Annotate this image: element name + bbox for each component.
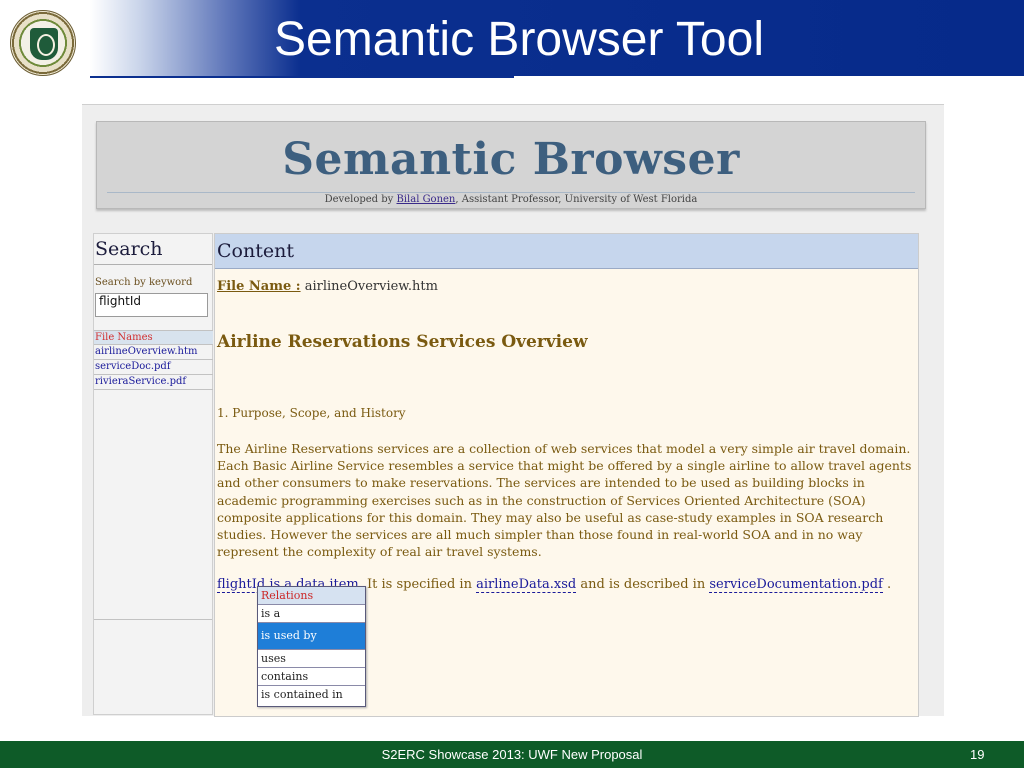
subtitle-prefix: Developed by: [324, 194, 397, 205]
header-divider: [90, 76, 514, 78]
author-link[interactable]: Bilal Gonen: [396, 194, 455, 205]
keyword-label: Search by keyword: [95, 277, 193, 288]
slide-footer: S2ERC Showcase 2013: UWF New Proposal 19: [0, 741, 1024, 768]
app-title: Semantic Browser: [282, 134, 740, 185]
relations-heading: Relations: [258, 587, 365, 605]
relations-menu: Relations is a is used by uses contains …: [257, 586, 366, 707]
relation-is-a[interactable]: is a: [258, 605, 365, 623]
file-names-list: File Names airlineOverview.htm serviceDo…: [94, 330, 213, 390]
relation-contains[interactable]: contains: [258, 668, 365, 686]
page-number: 19: [970, 747, 985, 762]
relation-is-used-by[interactable]: is used by: [258, 623, 365, 650]
document-paragraph: The Airline Reservations services are a …: [217, 441, 912, 560]
search-panel: Search Search by keyword flightId File N…: [93, 233, 213, 715]
file-item-riviera-service[interactable]: rivieraService.pdf: [94, 375, 213, 390]
service-documentation-link[interactable]: serviceDocumentation.pdf: [709, 577, 883, 593]
file-name-value: airlineOverview.htm: [304, 279, 438, 294]
file-item-service-doc[interactable]: serviceDoc.pdf: [94, 360, 213, 375]
content-heading: Content: [215, 234, 918, 269]
subtitle-suffix: , Assistant Professor, University of Wes…: [455, 194, 698, 205]
file-item-airline-overview[interactable]: airlineOverview.htm: [94, 345, 213, 360]
seal-emblem-icon: [30, 28, 58, 60]
browser-screenshot: Semantic Browser Developed by Bilal Gone…: [82, 104, 944, 717]
document-heading: Airline Reservations Services Overview: [217, 332, 588, 352]
search-heading: Search: [94, 234, 212, 265]
section-title: 1. Purpose, Scope, and History: [217, 406, 406, 420]
flight-text-1: . It is specified in: [358, 577, 477, 592]
footer-text: S2ERC Showcase 2013: UWF New Proposal: [381, 747, 643, 762]
app-banner: Semantic Browser Developed by Bilal Gone…: [96, 121, 926, 209]
app-subtitle: Developed by Bilal Gonen, Assistant Prof…: [97, 194, 925, 205]
file-name-label: File Name :: [217, 279, 301, 294]
flight-text-2: and is described in: [576, 577, 710, 592]
file-names-heading: File Names: [94, 330, 213, 345]
flight-text-end: .: [882, 577, 892, 592]
file-name-line: File Name : airlineOverview.htm: [217, 279, 438, 294]
relation-is-contained-in[interactable]: is contained in: [258, 686, 365, 704]
keyword-search-input[interactable]: flightId: [95, 293, 208, 317]
banner-divider: [107, 192, 915, 193]
airline-data-xsd-link[interactable]: airlineData.xsd: [476, 577, 577, 593]
university-seal-icon: [10, 10, 76, 76]
relation-uses[interactable]: uses: [258, 650, 365, 668]
search-panel-divider: [94, 619, 212, 620]
slide-title: Semantic Browser Tool: [274, 13, 764, 66]
